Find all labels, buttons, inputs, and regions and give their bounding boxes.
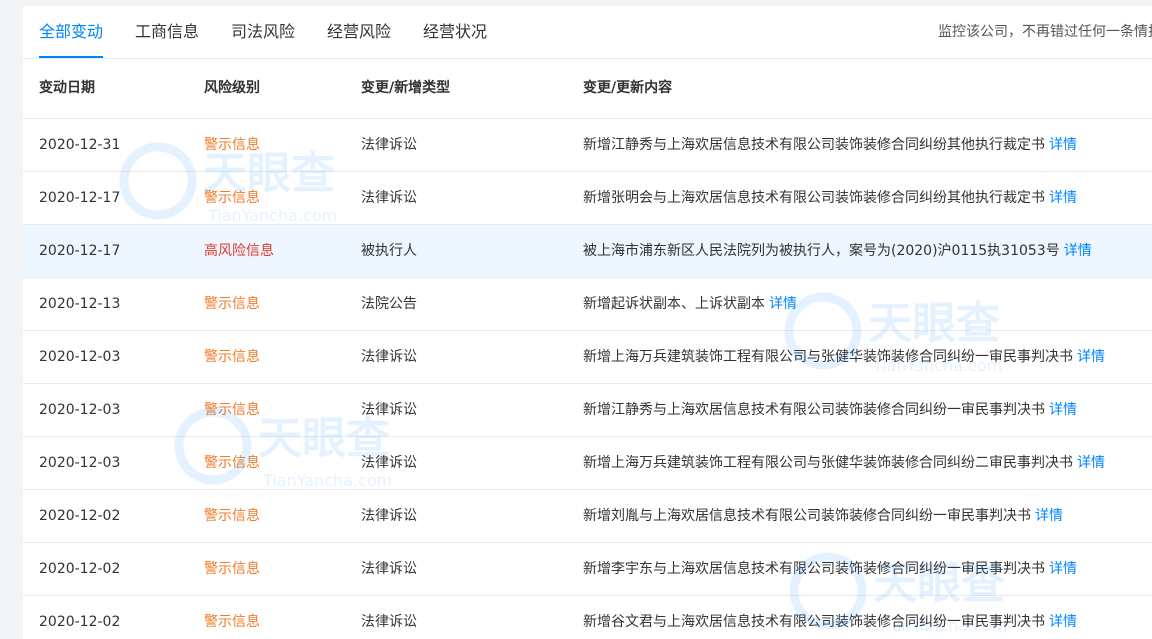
detail-link[interactable]: 详情 bbox=[1077, 455, 1105, 471]
table-row: 2020-12-17 高风险信息 被执行人 被上海市浦东新区人民法院列为被执行人，案号… bbox=[23, 225, 1152, 278]
tab-bar: 全部变动 工商信息 司法风险 经营风险 经营状况 监控该公司，不再错过任何一条情… bbox=[23, 6, 1152, 59]
change-date: 2020-12-02 bbox=[39, 508, 121, 524]
change-type: 法律诉讼 bbox=[361, 508, 417, 524]
risk-level: 警示信息 bbox=[204, 455, 260, 471]
table-row: 2020-12-13 警示信息 法院公告 新增起诉状副本、上诉状副本 详情 bbox=[23, 278, 1152, 331]
table-row: 2020-12-17 警示信息 法律诉讼 新增张明会与上海欢居信息技术有限公司装饰装修… bbox=[23, 172, 1152, 225]
detail-link[interactable]: 详情 bbox=[769, 296, 797, 312]
change-date: 2020-12-03 bbox=[39, 455, 121, 471]
risk-level: 警示信息 bbox=[204, 561, 260, 577]
change-content-text: 新增上海万兵建筑装饰工程有限公司与张健华装饰装修合同纠纷二审民事判决书 bbox=[583, 455, 1073, 471]
change-content: 新增江静秀与上海欢居信息技术有限公司装饰装修合同纠纷一审民事判决书 详情 bbox=[583, 384, 1077, 436]
monitor-company-link[interactable]: 监控该公司，不再错过任何一条情报 bbox=[938, 6, 1152, 58]
change-date: 2020-12-03 bbox=[39, 349, 121, 365]
risk-level: 高风险信息 bbox=[204, 243, 274, 259]
change-content: 新增张明会与上海欢居信息技术有限公司装饰装修合同纠纷其他执行裁定书 详情 bbox=[583, 172, 1077, 224]
change-type: 法律诉讼 bbox=[361, 402, 417, 418]
change-date: 2020-12-02 bbox=[39, 614, 121, 630]
table-row: 2020-12-02 警示信息 法律诉讼 新增刘胤与上海欢居信息技术有限公司装饰装修合… bbox=[23, 490, 1152, 543]
change-content: 新增上海万兵建筑装饰工程有限公司与张健华装饰装修合同纠纷二审民事判决书 详情 bbox=[583, 437, 1105, 489]
detail-link[interactable]: 详情 bbox=[1049, 137, 1077, 153]
change-date: 2020-12-03 bbox=[39, 402, 121, 418]
detail-link[interactable]: 详情 bbox=[1035, 508, 1063, 524]
table-header: 变动日期 风险级别 变更/新增类型 变更/更新内容 bbox=[23, 59, 1152, 119]
change-type: 法律诉讼 bbox=[361, 614, 417, 630]
tab-operating-risk[interactable]: 经营风险 bbox=[327, 6, 391, 58]
change-content: 新增江静秀与上海欢居信息技术有限公司装饰装修合同纠纷其他执行裁定书 详情 bbox=[583, 119, 1077, 171]
detail-link[interactable]: 详情 bbox=[1049, 190, 1077, 206]
change-content: 被上海市浦东新区人民法院列为被执行人，案号为(2020)沪0115执31053号… bbox=[583, 225, 1092, 277]
risk-level: 警示信息 bbox=[204, 508, 260, 524]
change-content-text: 新增江静秀与上海欢居信息技术有限公司装饰装修合同纠纷一审民事判决书 bbox=[583, 402, 1045, 418]
table-row: 2020-12-03 警示信息 法律诉讼 新增上海万兵建筑装饰工程有限公司与张健华装饰… bbox=[23, 331, 1152, 384]
tab-operating-status[interactable]: 经营状况 bbox=[423, 6, 487, 58]
change-content-text: 新增谷文君与上海欢居信息技术有限公司装饰装修合同纠纷一审民事判决书 bbox=[583, 614, 1045, 630]
risk-level: 警示信息 bbox=[204, 614, 260, 630]
risk-level: 警示信息 bbox=[204, 402, 260, 418]
change-type: 法律诉讼 bbox=[361, 190, 417, 206]
risk-level: 警示信息 bbox=[204, 296, 260, 312]
column-header-risk-level: 风险级别 bbox=[204, 80, 260, 96]
risk-level: 警示信息 bbox=[204, 190, 260, 206]
change-content-text: 新增刘胤与上海欢居信息技术有限公司装饰装修合同纠纷一审民事判决书 bbox=[583, 508, 1031, 524]
change-content-text: 被上海市浦东新区人民法院列为被执行人，案号为(2020)沪0115执31053号 bbox=[583, 243, 1060, 259]
detail-link[interactable]: 详情 bbox=[1049, 402, 1077, 418]
change-content-text: 新增起诉状副本、上诉状副本 bbox=[583, 296, 765, 312]
table-row: 2020-12-02 警示信息 法律诉讼 新增谷文君与上海欢居信息技术有限公司装饰装修… bbox=[23, 596, 1152, 639]
change-content: 新增谷文君与上海欢居信息技术有限公司装饰装修合同纠纷一审民事判决书 详情 bbox=[583, 596, 1077, 639]
change-content-text: 新增上海万兵建筑装饰工程有限公司与张健华装饰装修合同纠纷一审民事判决书 bbox=[583, 349, 1073, 365]
tab-all-changes[interactable]: 全部变动 bbox=[39, 6, 104, 58]
tab-business-info[interactable]: 工商信息 bbox=[135, 6, 199, 58]
change-content: 新增李宇东与上海欢居信息技术有限公司装饰装修合同纠纷一审民事判决书 详情 bbox=[583, 543, 1077, 595]
column-header-change-type: 变更/新增类型 bbox=[361, 80, 451, 96]
change-date: 2020-12-31 bbox=[39, 137, 121, 153]
change-content-text: 新增李宇东与上海欢居信息技术有限公司装饰装修合同纠纷一审民事判决书 bbox=[583, 561, 1045, 577]
change-date: 2020-12-17 bbox=[39, 243, 121, 259]
detail-link[interactable]: 详情 bbox=[1049, 561, 1077, 577]
change-content-text: 新增江静秀与上海欢居信息技术有限公司装饰装修合同纠纷其他执行裁定书 bbox=[583, 137, 1045, 153]
change-type: 被执行人 bbox=[361, 243, 417, 259]
change-date: 2020-12-13 bbox=[39, 296, 121, 312]
table-row: 2020-12-03 警示信息 法律诉讼 新增上海万兵建筑装饰工程有限公司与张健华装饰… bbox=[23, 437, 1152, 490]
tab-judicial-risk[interactable]: 司法风险 bbox=[231, 6, 295, 58]
change-content: 新增刘胤与上海欢居信息技术有限公司装饰装修合同纠纷一审民事判决书 详情 bbox=[583, 490, 1063, 542]
table-row: 2020-12-02 警示信息 法律诉讼 新增李宇东与上海欢居信息技术有限公司装饰装修… bbox=[23, 543, 1152, 596]
detail-link[interactable]: 详情 bbox=[1077, 349, 1105, 365]
change-type: 法律诉讼 bbox=[361, 137, 417, 153]
change-type: 法院公告 bbox=[361, 296, 417, 312]
table-body: 2020-12-31 警示信息 法律诉讼 新增江静秀与上海欢居信息技术有限公司装饰装修… bbox=[23, 119, 1152, 639]
change-content: 新增起诉状副本、上诉状副本 详情 bbox=[583, 278, 797, 330]
detail-link[interactable]: 详情 bbox=[1049, 614, 1077, 630]
column-header-date: 变动日期 bbox=[39, 80, 95, 96]
table-row: 2020-12-31 警示信息 法律诉讼 新增江静秀与上海欢居信息技术有限公司装饰装修… bbox=[23, 119, 1152, 172]
change-date: 2020-12-17 bbox=[39, 190, 121, 206]
change-type: 法律诉讼 bbox=[361, 455, 417, 471]
change-date: 2020-12-02 bbox=[39, 561, 121, 577]
change-content-text: 新增张明会与上海欢居信息技术有限公司装饰装修合同纠纷其他执行裁定书 bbox=[583, 190, 1045, 206]
risk-level: 警示信息 bbox=[204, 137, 260, 153]
change-content: 新增上海万兵建筑装饰工程有限公司与张健华装饰装修合同纠纷一审民事判决书 详情 bbox=[583, 331, 1105, 383]
change-type: 法律诉讼 bbox=[361, 561, 417, 577]
change-type: 法律诉讼 bbox=[361, 349, 417, 365]
detail-link[interactable]: 详情 bbox=[1064, 243, 1092, 259]
column-header-content: 变更/更新内容 bbox=[583, 80, 673, 96]
change-panel: 全部变动 工商信息 司法风险 经营风险 经营状况 监控该公司，不再错过任何一条情… bbox=[23, 6, 1152, 639]
risk-level: 警示信息 bbox=[204, 349, 260, 365]
table-row: 2020-12-03 警示信息 法律诉讼 新增江静秀与上海欢居信息技术有限公司装饰装修… bbox=[23, 384, 1152, 437]
